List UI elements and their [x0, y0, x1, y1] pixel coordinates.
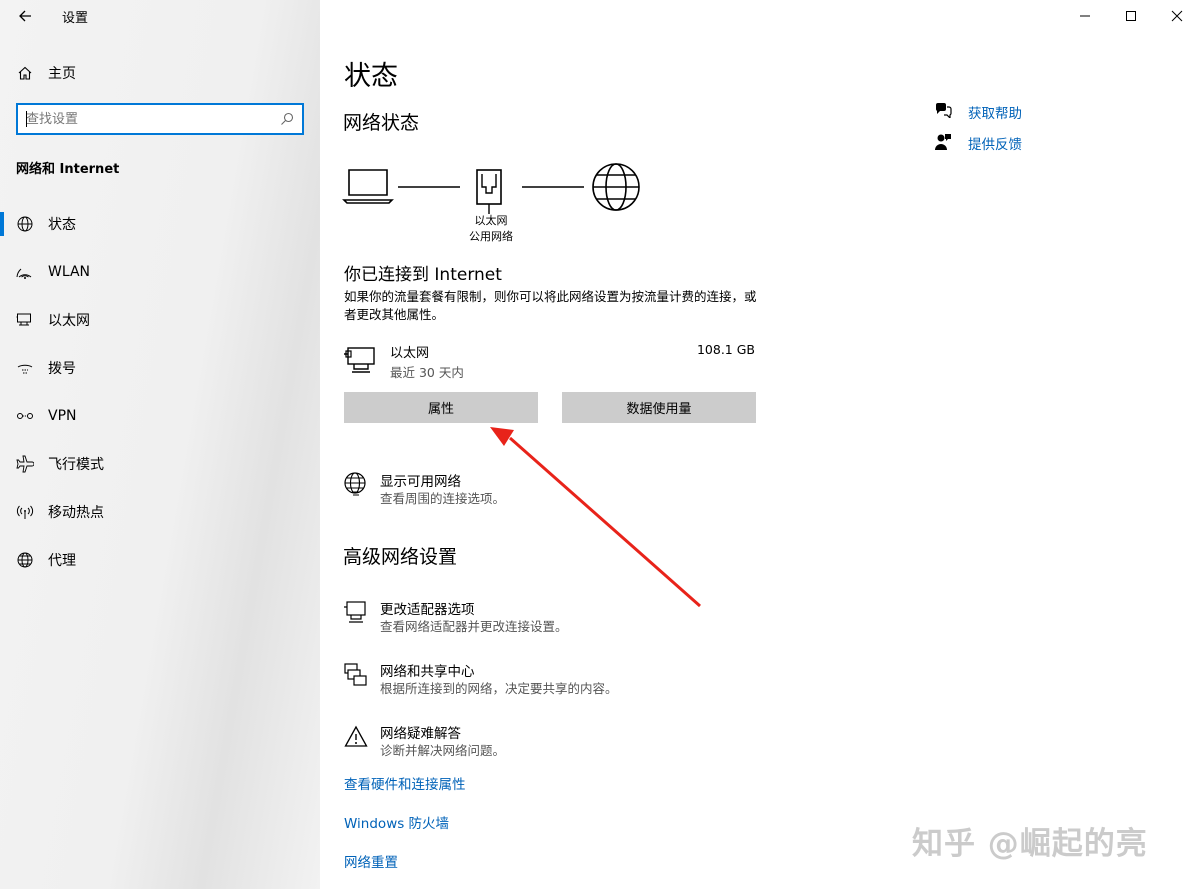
available-networks-icon: [344, 472, 368, 498]
help-chat-icon: [934, 102, 952, 118]
windows-firewall-link[interactable]: Windows 防火墙: [344, 812, 449, 832]
sidebar-item-status[interactable]: 状态: [0, 204, 320, 244]
connection-status-title: 你已连接到 Internet: [344, 265, 502, 285]
advanced-item-title: 网络疑难解答: [380, 726, 461, 742]
sidebar: 设置 主页 网络和 Internet 状态 WLAN 以太网: [0, 0, 320, 889]
adapter-usage-period: 最近 30 天内: [390, 365, 464, 380]
network-reset-link[interactable]: 网络重置: [344, 851, 398, 871]
sidebar-item-label: VPN: [48, 408, 77, 424]
sidebar-item-label: 以太网: [48, 313, 90, 329]
sidebar-home-label: 主页: [48, 66, 76, 82]
advanced-item-desc: 查看网络适配器并更改连接设置。: [380, 619, 568, 634]
give-feedback-link[interactable]: 提供反馈: [934, 131, 1054, 153]
get-help-link[interactable]: 获取帮助: [934, 100, 1054, 122]
minimize-icon: [1080, 15, 1090, 17]
sidebar-item-wlan[interactable]: WLAN: [0, 252, 320, 292]
diagram-label-network: 公用网络: [469, 230, 513, 243]
sidebar-item-label: 飞行模式: [48, 457, 104, 473]
advanced-item-title: 更改适配器选项: [380, 602, 475, 618]
change-adapter-options-link[interactable]: 更改适配器选项 查看网络适配器并更改连接设置。: [344, 598, 764, 638]
sidebar-item-hotspot[interactable]: 移动热点: [0, 492, 320, 532]
adapter-name: 以太网: [390, 346, 430, 361]
close-button[interactable]: [1154, 0, 1200, 32]
sidebar-item-vpn[interactable]: VPN: [0, 396, 320, 436]
sidebar-item-dialup[interactable]: 拨号: [0, 348, 320, 388]
feedback-person-icon: [934, 133, 952, 151]
advanced-settings-heading: 高级网络设置: [343, 546, 458, 568]
network-diagram: 以太网 公用网络: [342, 160, 652, 243]
network-status-heading: 网络状态: [343, 112, 420, 134]
show-networks-desc: 查看周围的连接选项。: [380, 491, 506, 506]
minimize-button[interactable]: [1062, 0, 1108, 32]
sidebar-item-ethernet[interactable]: 以太网: [0, 300, 320, 340]
close-icon: [1171, 10, 1183, 22]
maximize-button[interactable]: [1108, 0, 1154, 32]
network-troubleshoot-link[interactable]: 网络疑难解答 诊断并解决网络问题。: [344, 722, 764, 762]
ethernet-adapter-icon: [476, 169, 502, 214]
back-arrow-icon: [19, 10, 31, 22]
advanced-item-desc: 根据所连接到的网络，决定要共享的内容。: [380, 681, 618, 696]
section-title: 网络和 Internet: [16, 162, 120, 177]
diagram-label-ethernet: 以太网: [474, 214, 508, 227]
sidebar-item-label: 移动热点: [48, 505, 104, 521]
app-title: 设置: [62, 11, 89, 26]
sidebar-item-label: 拨号: [48, 361, 76, 377]
sidebar-item-label: WLAN: [48, 264, 91, 280]
vpn-icon: [16, 407, 34, 425]
watermark: 知乎 @崛起的亮: [912, 826, 1148, 862]
adapter-data-usage: 108.1 GB: [696, 342, 755, 357]
hotspot-icon: [16, 503, 34, 521]
show-networks-link[interactable]: 显示可用网络 查看周围的连接选项。: [344, 470, 764, 510]
show-networks-title: 显示可用网络: [380, 474, 461, 490]
search-icon[interactable]: [280, 112, 294, 126]
maximize-icon: [1126, 11, 1136, 21]
page-title: 状态: [344, 61, 398, 92]
home-icon: [16, 64, 34, 82]
search-box[interactable]: [16, 103, 304, 135]
sidebar-item-home[interactable]: 主页: [0, 58, 320, 88]
advanced-item-desc: 诊断并解决网络问题。: [380, 743, 506, 758]
network-sharing-center-link[interactable]: 网络和共享中心 根据所连接到的网络，决定要共享的内容。: [344, 660, 764, 700]
give-feedback-label: 提供反馈: [968, 137, 1022, 153]
dialup-icon: [16, 359, 34, 377]
home-network-icon: [16, 215, 34, 233]
sidebar-item-label: 代理: [48, 553, 76, 569]
sharing-center-icon: [344, 662, 368, 688]
adapter-settings-icon: [344, 600, 368, 626]
back-button[interactable]: [14, 5, 36, 27]
data-usage-button[interactable]: 数据使用量: [562, 392, 756, 423]
get-help-label: 获取帮助: [968, 106, 1022, 122]
wifi-icon: [16, 263, 34, 281]
sidebar-item-proxy[interactable]: 代理: [0, 540, 320, 580]
internet-globe-icon: [592, 163, 640, 211]
search-input[interactable]: [26, 110, 276, 128]
ethernet-icon: [16, 311, 34, 329]
connection-status-desc: 如果你的流量套餐有限制，则你可以将此网络设置为按流量计费的连接，或者更改其他属性…: [344, 289, 757, 322]
text-caret: [26, 111, 27, 127]
warning-icon: [344, 724, 368, 750]
sidebar-item-label: 状态: [48, 217, 76, 233]
properties-button[interactable]: 属性: [344, 392, 538, 423]
laptop-icon: [342, 169, 394, 204]
ethernet-adapter-icon: [344, 345, 378, 375]
hardware-properties-link[interactable]: 查看硬件和连接属性: [344, 773, 466, 793]
globe-icon: [16, 551, 34, 569]
sidebar-item-airplane[interactable]: 飞行模式: [0, 444, 320, 484]
advanced-item-title: 网络和共享中心: [380, 664, 475, 680]
airplane-icon: [16, 455, 34, 473]
